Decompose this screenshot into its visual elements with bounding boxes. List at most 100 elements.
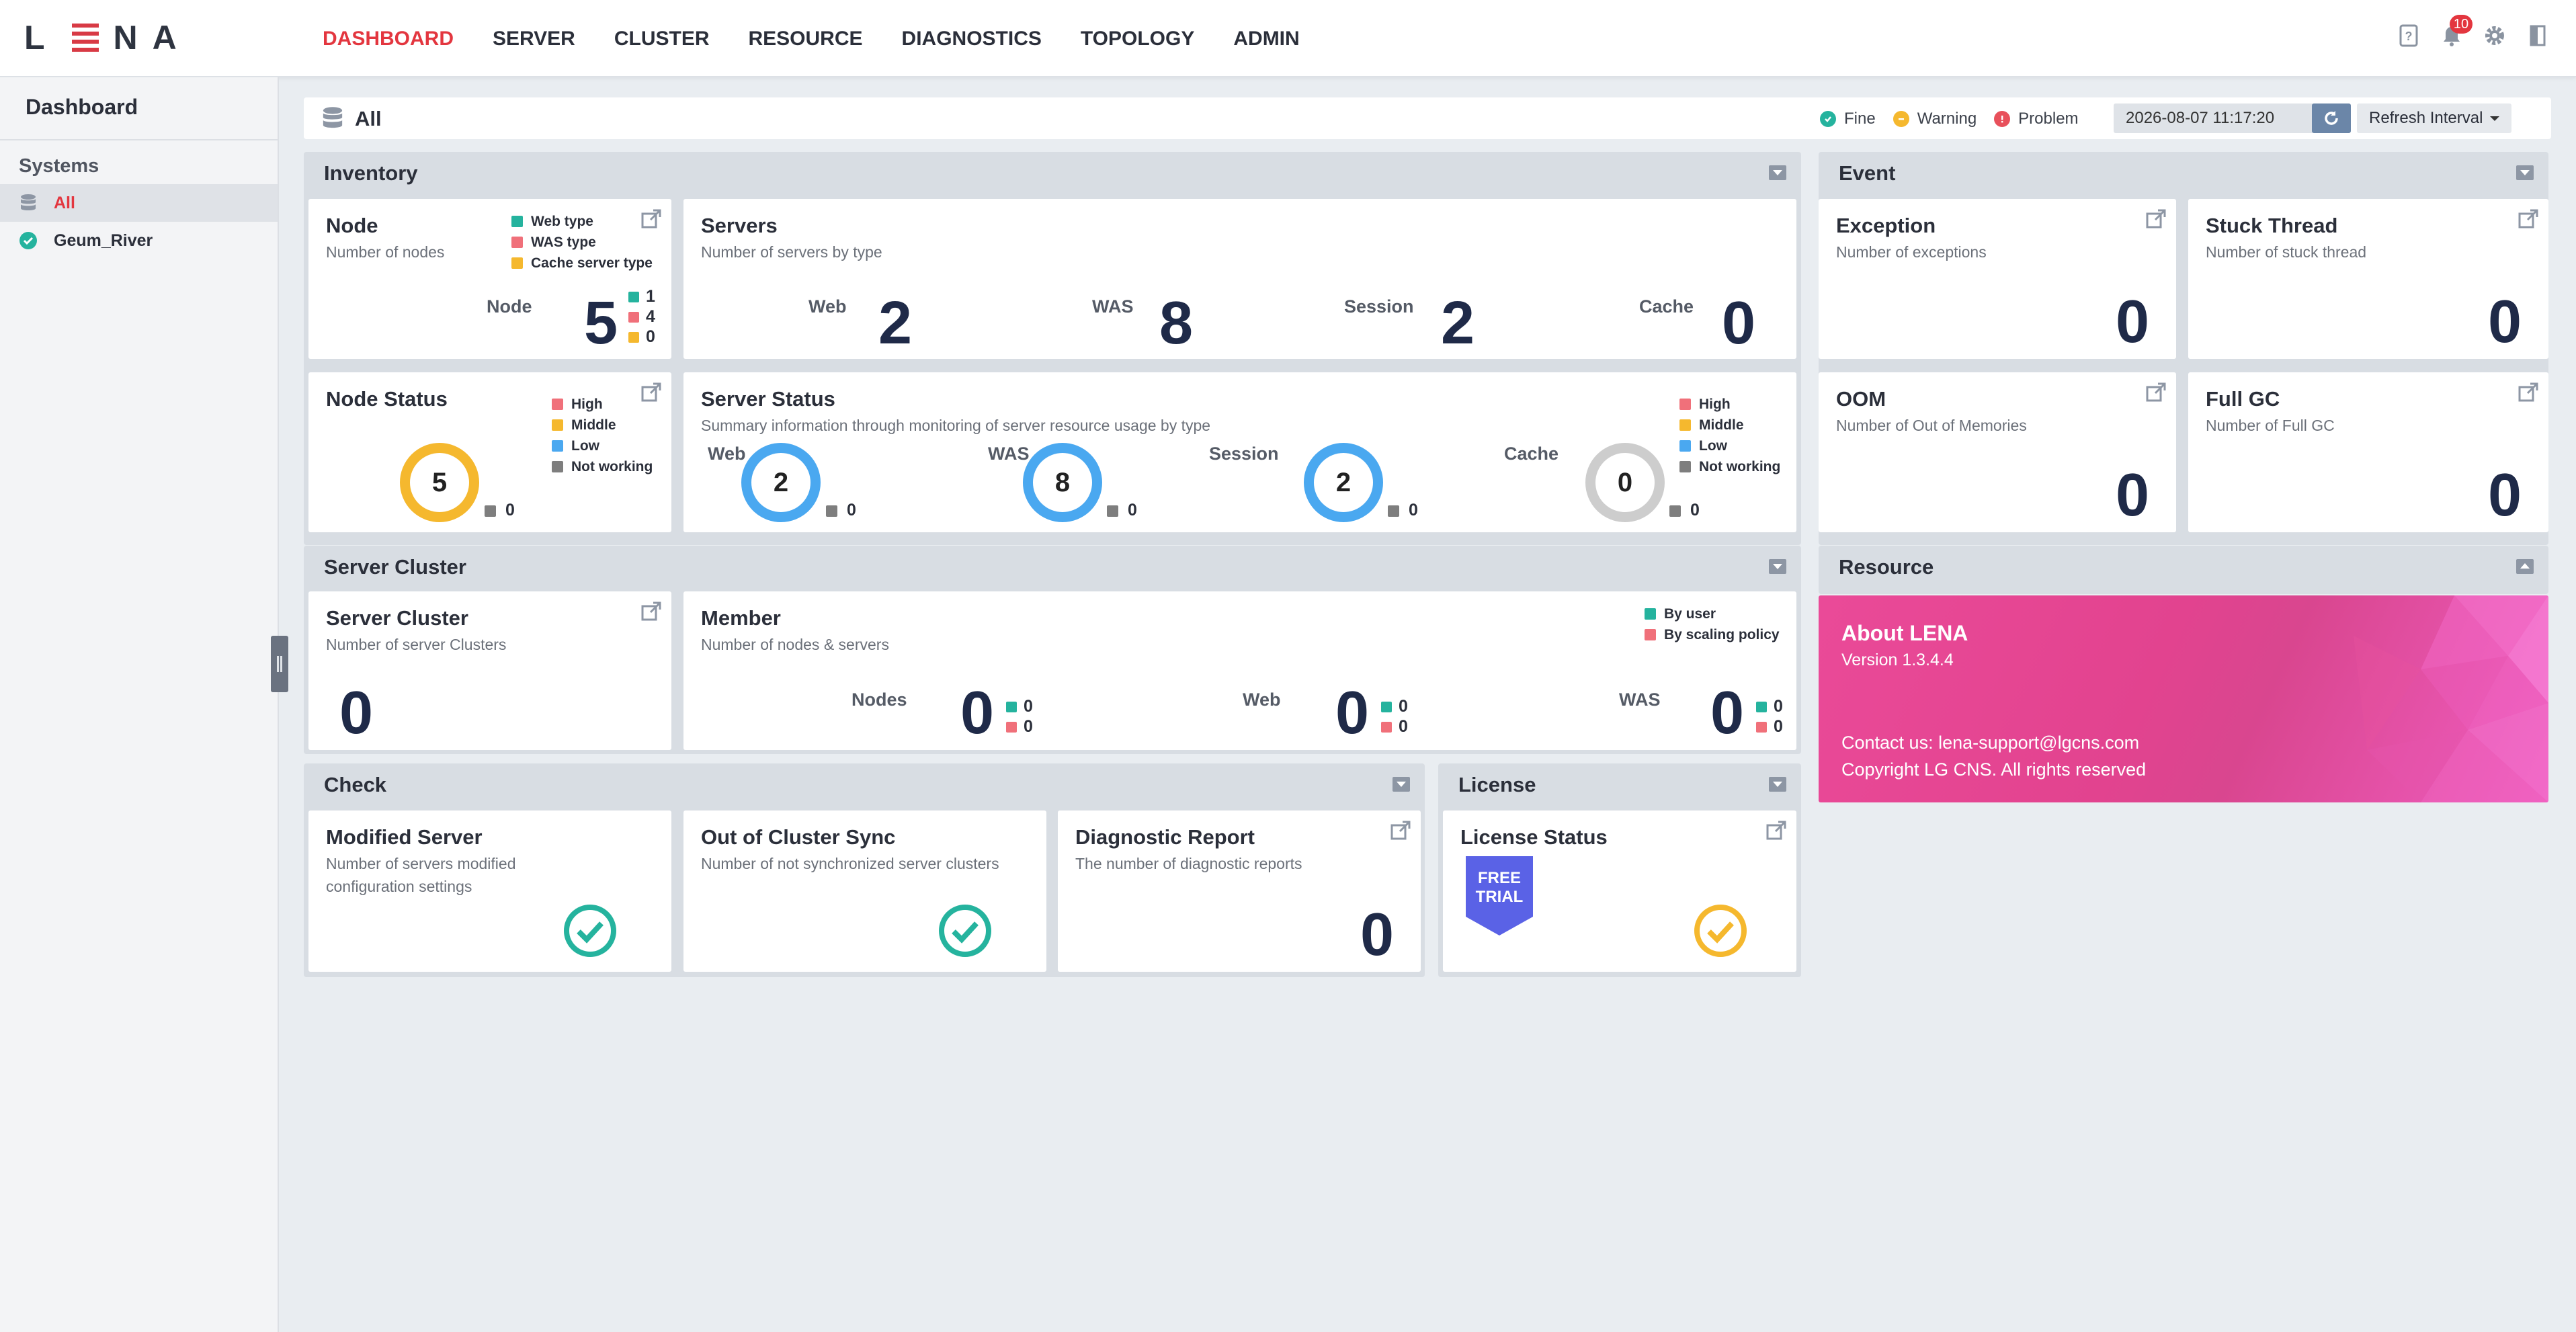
license-status-card: License Status FREE TRIAL <box>1443 810 1796 972</box>
nav-topology[interactable]: TOPOLOGY <box>1081 26 1194 52</box>
notification-count-badge: 10 <box>2450 15 2473 34</box>
nav-dashboard[interactable]: DASHBOARD <box>323 26 454 52</box>
server-status-web-not-working: 0 <box>826 501 856 520</box>
panel-expand-toggle[interactable] <box>2516 559 2534 574</box>
node-count-value: 5 <box>584 290 618 357</box>
member-nodes-breakdown: 0 0 <box>1006 696 1033 737</box>
inventory-panel: Inventory Node Number of nodes Web type … <box>304 152 1801 545</box>
by-policy-count: 0 <box>1399 717 1408 736</box>
card-title: Exception <box>1836 214 1936 237</box>
modified-server-card: Modified Server Number of servers modifi… <box>308 810 671 972</box>
server-status-cache-donut: 0 <box>1585 443 1665 522</box>
panel-collapse-toggle[interactable] <box>2516 165 2534 180</box>
exception-card: Exception Number of exceptions 0 <box>1819 199 2176 359</box>
external-link-icon[interactable] <box>2518 208 2539 230</box>
database-icon <box>19 194 38 212</box>
external-link-icon[interactable] <box>1390 820 1411 841</box>
legend-fine-label: Fine <box>1844 110 1876 128</box>
legend-high: High <box>571 397 603 412</box>
badge-line-free: FREE <box>1478 869 1521 887</box>
legend-low: Low <box>571 438 599 454</box>
card-subtitle: Number of servers modified configuration… <box>326 852 516 898</box>
by-user-count: 0 <box>1399 697 1408 716</box>
nav-resource[interactable]: RESOURCE <box>749 26 863 52</box>
sidebar-collapse-handle[interactable] <box>271 636 288 692</box>
check-circle-icon <box>564 905 616 957</box>
stuck-thread-card: Stuck Thread Number of stuck thread 0 <box>2188 199 2548 359</box>
nav-server[interactable]: SERVER <box>493 26 575 52</box>
top-icon-group: ? 10 <box>2397 15 2549 47</box>
legend-middle: Middle <box>1699 417 1744 433</box>
by-policy-count: 0 <box>1024 717 1033 736</box>
external-link-icon[interactable] <box>2145 208 2167 230</box>
servers-was-label: WAS <box>1092 296 1134 317</box>
nav-diagnostics[interactable]: DIAGNOSTICS <box>902 26 1042 52</box>
server-status-session-donut: 2 <box>1304 443 1383 522</box>
legend-low: Low <box>1699 438 1727 454</box>
member-web-value: 0 <box>1335 679 1370 747</box>
panel-collapse-toggle[interactable] <box>1769 559 1786 574</box>
panel-title: Event <box>1839 161 1896 185</box>
node-type-legend: Web type WAS type Cache server type <box>511 211 653 274</box>
triangle-pattern <box>2354 595 2548 802</box>
legend-was-type: WAS type <box>531 235 596 250</box>
free-trial-badge: FREE TRIAL <box>1466 856 1533 935</box>
legend-middle: Middle <box>571 417 616 433</box>
server-status-was-label: WAS <box>988 444 1030 464</box>
refresh-button[interactable] <box>2312 103 2351 133</box>
gear-icon[interactable] <box>2483 24 2506 47</box>
servers-web-value: 2 <box>878 290 913 357</box>
not-working-count: 0 <box>847 501 856 519</box>
member-nodes-value: 0 <box>960 679 995 747</box>
legend-problem: Problem <box>1994 110 2079 128</box>
license-panel: License License Status FREE TRIAL <box>1438 763 1801 977</box>
legend-by-scaling-policy: By scaling policy <box>1664 627 1780 642</box>
external-link-icon[interactable] <box>1765 820 1787 841</box>
panel-title: Inventory <box>324 161 418 185</box>
servers-session-value: 2 <box>1441 290 1475 357</box>
logout-icon[interactable] <box>2526 24 2549 47</box>
badge-line-trial: TRIAL <box>1476 888 1524 906</box>
by-user-count: 0 <box>1774 697 1783 716</box>
external-link-icon[interactable] <box>2518 382 2539 403</box>
member-legend: By user By scaling policy <box>1645 603 1780 645</box>
external-link-icon[interactable] <box>640 208 662 230</box>
external-link-icon[interactable] <box>640 382 662 403</box>
full-gc-card: Full GC Number of Full GC 0 <box>2188 372 2548 532</box>
sidebar-section-systems: Systems <box>19 155 99 177</box>
lena-logo[interactable]: L NA <box>24 19 192 56</box>
card-title: Servers <box>701 214 778 237</box>
external-link-icon[interactable] <box>2145 382 2167 403</box>
sidebar-item-geum-river[interactable]: Geum_River <box>0 222 278 259</box>
main-nav: DASHBOARD SERVER CLUSTER RESOURCE DIAGNOSTIC… <box>323 26 1339 52</box>
nav-cluster[interactable]: CLUSTER <box>614 26 710 52</box>
full-gc-count: 0 <box>2487 462 2522 529</box>
not-working-count: 0 <box>505 501 515 519</box>
top-navigation-bar: L NA DASHBOARD SERVER CLUSTER RESOURCE DIAGN… <box>0 0 2576 77</box>
resource-panel: Resource <box>1819 546 2548 594</box>
card-subtitle: The number of diagnostic reports <box>1075 855 1302 872</box>
server-status-session-not-working: 0 <box>1388 501 1418 520</box>
refresh-interval-dropdown[interactable]: Refresh Interval <box>2357 103 2511 133</box>
external-link-icon[interactable] <box>640 601 662 622</box>
server-status-card: Server Status Summary information throug… <box>683 372 1796 532</box>
member-was-breakdown: 0 0 <box>1756 696 1783 737</box>
problem-exclamation-icon <box>1994 111 2011 127</box>
status-legend: Fine Warning Problem <box>1820 110 2079 128</box>
server-status-cache-label: Cache <box>1504 444 1559 464</box>
panel-collapse-toggle[interactable] <box>1769 165 1786 180</box>
panel-collapse-toggle[interactable] <box>1769 777 1786 792</box>
sidebar-item-all[interactable]: All <box>0 184 278 222</box>
legend-by-user: By user <box>1664 606 1716 622</box>
nav-admin[interactable]: ADMIN <box>1233 26 1299 52</box>
card-subtitle: Number of Full GC <box>2206 417 2335 434</box>
panel-collapse-toggle[interactable] <box>1393 777 1410 792</box>
card-title: Modified Server <box>326 825 483 849</box>
check-circle-icon <box>939 905 991 957</box>
legend-warning-label: Warning <box>1917 110 1977 128</box>
exception-count: 0 <box>2115 288 2149 356</box>
help-icon[interactable]: ? <box>2397 24 2420 47</box>
sidebar-item-label: Geum_River <box>54 231 153 250</box>
bell-icon[interactable]: 10 <box>2440 15 2473 47</box>
servers-web-label: Web <box>808 296 847 317</box>
